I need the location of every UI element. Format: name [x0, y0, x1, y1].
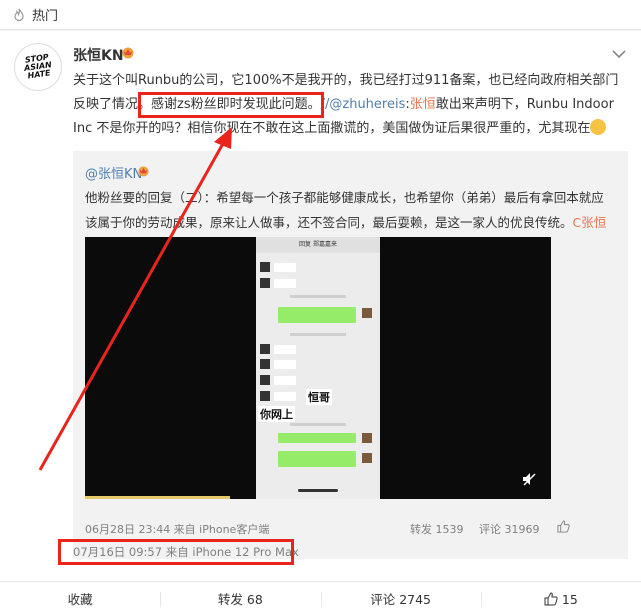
- favorite-label: 收藏: [67, 591, 93, 607]
- chat-timestamp: [290, 295, 346, 298]
- like-count: 15: [561, 591, 578, 607]
- comment-button[interactable]: 评论 2745: [320, 582, 481, 616]
- repost-comment-count[interactable]: 评论 31969: [479, 521, 540, 537]
- chat-bubble: [274, 360, 296, 369]
- mute-icon[interactable]: [521, 471, 537, 487]
- video-player[interactable]: 回复 郑嘉嘉来 恒哥 你网上: [85, 237, 551, 499]
- chat-bubble-self: [278, 433, 356, 443]
- chat-avatar: [260, 344, 270, 354]
- chat-avatar-self: [362, 453, 372, 463]
- chat-bubble: [274, 376, 296, 385]
- chat-avatar: [260, 391, 270, 401]
- chat-bubble: [274, 263, 296, 272]
- chat-bubble-self: [278, 307, 356, 323]
- favorite-button[interactable]: 收藏: [0, 582, 160, 616]
- avatar[interactable]: STOP ASIAN HATE: [14, 43, 62, 91]
- video-progress-bar[interactable]: [85, 496, 230, 499]
- like-button[interactable]: 15: [480, 582, 641, 616]
- chat-timestamp: [290, 333, 346, 336]
- mention-link[interactable]: //@zhuhereis: [321, 97, 406, 112]
- repost-forward-count[interactable]: 转发 1539: [410, 521, 464, 537]
- fire-icon: [14, 8, 24, 21]
- weibo-post-card: STOP ASIAN HATE 张恒KN 关于这个叫Runbu的公司，它100%…: [0, 31, 641, 616]
- avatar-logo-text: STOP ASIAN HATE: [23, 52, 53, 81]
- chevron-down-icon[interactable]: [612, 49, 626, 59]
- thumbs-up-icon: [544, 591, 558, 605]
- repost-vip-crown-icon: [138, 166, 149, 177]
- chat-avatar-self: [362, 433, 372, 443]
- annotation-box-highlight: [138, 92, 324, 118]
- thumbs-up-icon[interactable]: [557, 520, 570, 533]
- chat-header: 回复 郑嘉嘉来: [256, 237, 380, 253]
- video-chat-screenshot: 回复 郑嘉嘉来 恒哥 你网上: [256, 237, 380, 499]
- repost-username[interactable]: @张恒KN: [85, 163, 142, 182]
- chat-bubble: [274, 279, 296, 288]
- repost-box: @张恒KN 他粉丝要的回复（二）：希望每一个孩子都能够健康成长，也希望你（弟弟）…: [73, 151, 628, 559]
- chat-bubble: [274, 392, 296, 401]
- comment-label: 评论 2745: [370, 591, 432, 607]
- name-link[interactable]: 张恒: [410, 97, 436, 112]
- repost-meta[interactable]: 06月28日 23:44 来自 iPhone客户端: [85, 521, 269, 537]
- action-bar: 收藏 转发 68 评论 2745 15: [0, 581, 641, 616]
- chat-timestamp: [290, 423, 346, 426]
- chat-avatar: [260, 278, 270, 288]
- emoji-icon: [590, 119, 607, 135]
- forward-button[interactable]: 转发 68: [160, 582, 320, 616]
- repost-text-body: 他粉丝要的回复（二）：希望每一个孩子都能够健康成长，也希望你（弟弟）最后有拿回本…: [85, 190, 604, 230]
- hot-bar: 热门: [0, 0, 641, 30]
- home-indicator: [298, 489, 338, 492]
- forward-label: 转发 68: [217, 591, 263, 607]
- hot-label: 热门: [32, 9, 59, 24]
- video-overlay-text: 恒哥: [306, 389, 332, 405]
- video-overlay-text: 你网上: [258, 406, 295, 422]
- post-username[interactable]: 张恒KN: [73, 45, 124, 65]
- chat-bubble: [274, 345, 296, 354]
- chat-bubble-self: [278, 451, 356, 467]
- chat-avatar: [260, 375, 270, 385]
- annotation-box-timestamp: [58, 539, 294, 565]
- chat-avatar: [260, 262, 270, 272]
- vip-crown-icon: [122, 47, 134, 59]
- chat-avatar-self: [362, 308, 372, 318]
- chat-avatar: [260, 359, 270, 369]
